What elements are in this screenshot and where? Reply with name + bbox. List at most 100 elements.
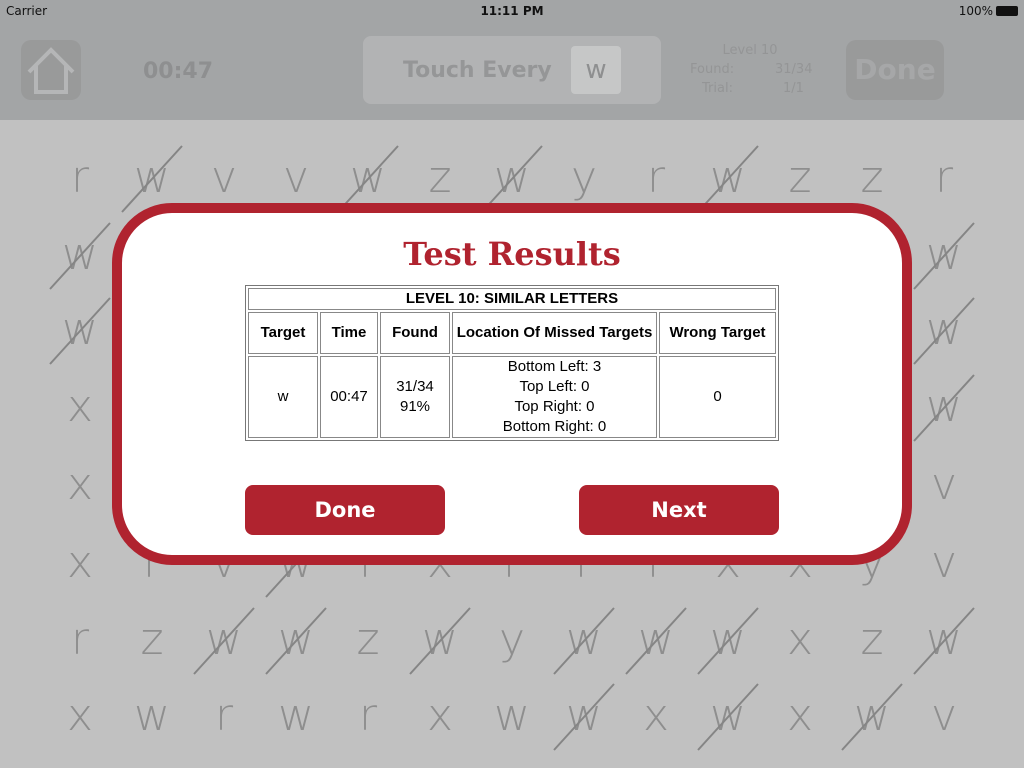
grid-letter[interactable]: x <box>404 680 476 752</box>
stats-panel: Level 10 Found: 31/34 Trial: 1/1 <box>680 43 813 100</box>
grid-letter[interactable]: w <box>476 680 548 752</box>
letter-text: z <box>356 614 380 665</box>
strike-mark <box>193 607 255 675</box>
grid-letter[interactable]: w <box>260 604 332 676</box>
strike-mark <box>841 683 903 751</box>
cell-wrong: 0 <box>659 356 776 438</box>
letter-text: v <box>210 152 238 203</box>
letter-text: x <box>66 381 94 432</box>
home-icon <box>27 47 75 94</box>
grid-letter[interactable]: z <box>836 604 908 676</box>
grid-letter[interactable]: z <box>332 604 404 676</box>
header-done-button[interactable]: Done <box>846 40 944 100</box>
grid-letter[interactable]: x <box>44 680 116 752</box>
clock: 11:11 PM <box>480 4 544 18</box>
missed-bottom-right: Bottom Right: 0 <box>502 418 607 435</box>
timer: 00:47 <box>143 59 214 84</box>
grid-letter[interactable]: w <box>692 604 764 676</box>
results-table: LEVEL 10: SIMILAR LETTERS Target Time Fo… <box>245 285 779 441</box>
grid-letter[interactable]: r <box>188 680 260 752</box>
grid-letter[interactable]: w <box>548 680 620 752</box>
status-bar: Carrier 11:11 PM 100% <box>0 0 1024 22</box>
grid-letter[interactable]: w <box>404 604 476 676</box>
grid-letter[interactable]: w <box>188 604 260 676</box>
battery-indicator: 100% <box>959 4 1018 18</box>
trial-label: Trial: <box>702 81 733 96</box>
test-results-dialog: Test Results LEVEL 10: SIMILAR LETTERS T… <box>112 203 912 565</box>
cell-time: 00:47 <box>320 356 378 438</box>
found-label: Found: <box>690 62 735 77</box>
letter-text: z <box>860 152 884 203</box>
battery-icon <box>996 6 1018 16</box>
grid-letter[interactable]: w <box>908 371 980 443</box>
letter-text: r <box>70 152 90 203</box>
dialog-title: Test Results <box>403 235 621 273</box>
home-button[interactable] <box>21 40 81 100</box>
letter-text: r <box>934 152 954 203</box>
grid-letter[interactable]: w <box>620 604 692 676</box>
grid-letter[interactable]: v <box>908 680 980 752</box>
strike-mark <box>553 607 615 675</box>
grid-letter[interactable]: x <box>44 449 116 521</box>
strike-mark <box>265 607 327 675</box>
missed-bottom-left: Bottom Left: 3 <box>507 358 602 375</box>
strike-mark <box>913 297 975 365</box>
grid-letter[interactable]: x <box>44 371 116 443</box>
header-time: Time <box>320 312 378 354</box>
letter-text: r <box>646 152 666 203</box>
grid-letter[interactable]: w <box>260 680 332 752</box>
letter-text: x <box>66 459 94 510</box>
strike-mark <box>409 607 471 675</box>
letter-text: w <box>278 690 314 741</box>
grid-letter[interactable]: y <box>476 604 548 676</box>
grid-letter[interactable]: x <box>764 604 836 676</box>
target-letter: w <box>571 46 621 94</box>
letter-text: r <box>214 690 234 741</box>
trial-value: 1/1 <box>783 81 804 96</box>
grid-letter[interactable]: r <box>908 142 980 214</box>
found-count: 31/34 <box>396 378 434 395</box>
header-missed-location: Location Of Missed Targets <box>452 312 657 354</box>
letter-text: y <box>570 152 598 203</box>
done-button[interactable]: Done <box>245 485 445 535</box>
grid-letter[interactable]: w <box>44 219 116 291</box>
grid-letter[interactable]: x <box>764 680 836 752</box>
grid-letter[interactable]: w <box>908 604 980 676</box>
grid-letter[interactable]: r <box>44 604 116 676</box>
grid-letter[interactable]: x <box>44 527 116 599</box>
missed-top-left: Top Left: 0 <box>519 378 590 395</box>
grid-letter[interactable]: w <box>908 219 980 291</box>
letter-text: w <box>494 690 530 741</box>
strike-mark <box>913 607 975 675</box>
strike-mark <box>697 607 759 675</box>
header-found: Found <box>380 312 450 354</box>
grid-letter[interactable]: x <box>620 680 692 752</box>
grid-letter[interactable]: v <box>908 449 980 521</box>
missed-top-right: Top Right: 0 <box>514 398 595 415</box>
letter-text: x <box>66 690 94 741</box>
strike-mark <box>697 683 759 751</box>
letter-text: v <box>282 152 310 203</box>
grid-letter[interactable]: w <box>692 680 764 752</box>
grid-letter[interactable]: w <box>908 294 980 366</box>
letter-text: x <box>786 690 814 741</box>
letter-text: y <box>498 614 526 665</box>
cell-found: 31/34 91% <box>380 356 450 438</box>
letter-text: r <box>70 614 90 665</box>
strike-mark <box>49 297 111 365</box>
grid-letter[interactable]: w <box>44 294 116 366</box>
grid-letter[interactable]: w <box>548 604 620 676</box>
grid-letter[interactable]: v <box>908 527 980 599</box>
grid-letter[interactable]: z <box>116 604 188 676</box>
letter-text: x <box>66 537 94 588</box>
letter-text: z <box>428 152 452 203</box>
grid-letter[interactable]: r <box>44 142 116 214</box>
grid-letter[interactable]: w <box>116 680 188 752</box>
grid-letter[interactable]: w <box>836 680 908 752</box>
grid-letter[interactable]: r <box>332 680 404 752</box>
letter-text: v <box>930 690 958 741</box>
next-button[interactable]: Next <box>579 485 779 535</box>
found-value: 31/34 <box>775 62 813 77</box>
strike-mark <box>913 222 975 290</box>
letter-text: x <box>426 690 454 741</box>
